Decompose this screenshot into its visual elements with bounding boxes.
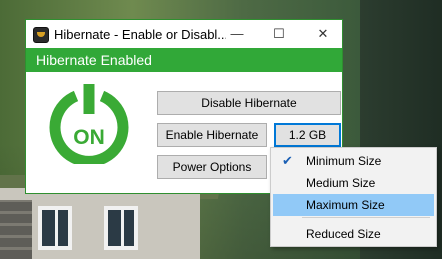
menu-item-label: Minimum Size [306,154,382,168]
power-options-button[interactable]: Power Options [157,155,267,179]
status-text: Hibernate Enabled [36,52,152,68]
background-window [104,206,138,250]
close-button[interactable]: ✕ [308,22,338,46]
menu-item-maximum-size[interactable]: Maximum Size [273,194,434,216]
disable-hibernate-button[interactable]: Disable Hibernate [157,91,341,115]
background-window [38,206,72,250]
checkmark-icon: ✔ [282,153,293,168]
background-stone-wall [0,200,32,259]
title-bar: Hibernate - Enable or Disabl... — ☐ ✕ [26,20,342,48]
menu-separator [302,217,430,218]
window-title: Hibernate - Enable or Disabl... [54,27,226,42]
menu-item-medium-size[interactable]: Medium Size [273,172,434,194]
menu-item-label: Reduced Size [306,227,381,241]
size-dropdown-menu: ✔ Minimum Size Medium Size Maximum Size … [270,147,437,247]
hiberfile-size-button[interactable]: 1.2 GB [274,123,341,147]
power-on-icon: ON [49,84,129,164]
menu-item-reduced-size[interactable]: Reduced Size [273,223,434,245]
minimize-button[interactable]: — [222,22,252,46]
maximize-button[interactable]: ☐ [264,22,294,46]
menu-item-label: Maximum Size [306,198,385,212]
status-banner: Hibernate Enabled [26,48,342,72]
app-icon [33,27,49,43]
enable-hibernate-button[interactable]: Enable Hibernate [157,123,267,147]
menu-item-minimum-size[interactable]: ✔ Minimum Size [273,150,434,172]
power-icon-label: ON [73,126,105,149]
menu-item-label: Medium Size [306,176,376,190]
